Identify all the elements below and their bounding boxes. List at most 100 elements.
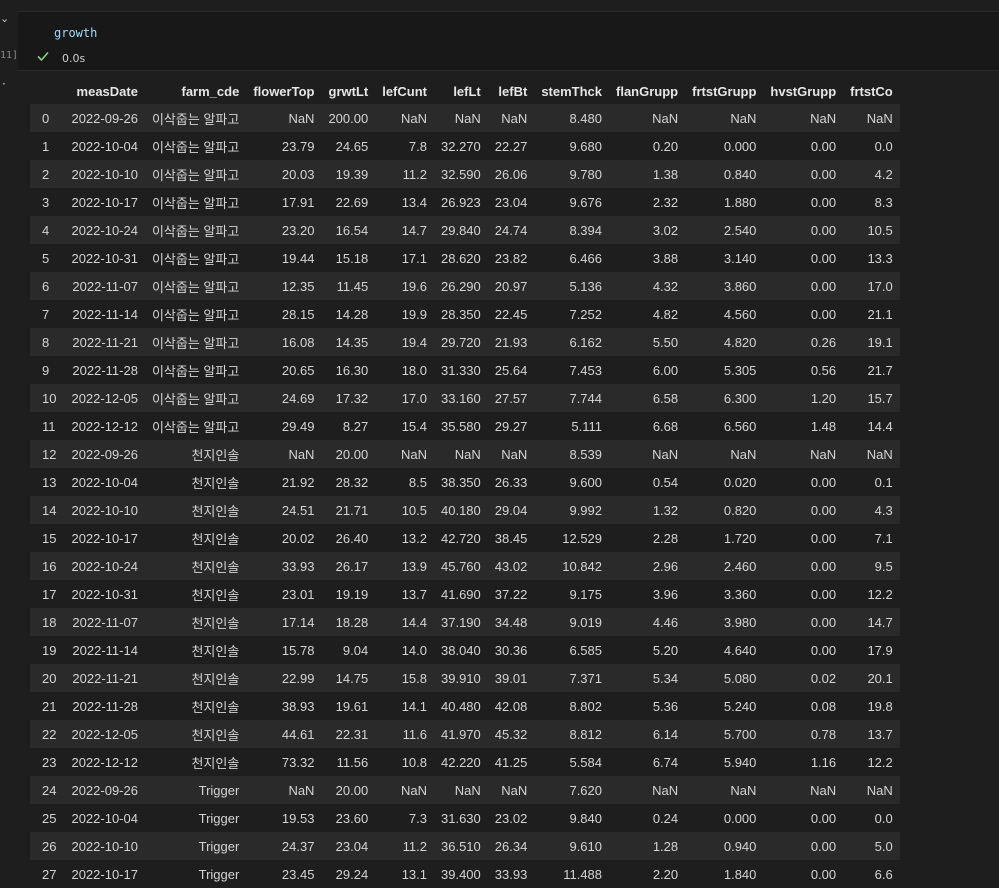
row-index: 7 <box>42 306 50 322</box>
table-cell: 3.980 <box>723 614 757 630</box>
table-row: 22 2022-12-05 천지인솔 44.61 22.31 11.6 41.970 45.3… <box>30 720 900 748</box>
table-cell: 22.31 <box>335 726 369 742</box>
table-cell: 2.20 <box>652 866 679 882</box>
table-cell: 0.08 <box>810 698 837 714</box>
table-cell: 6.74 <box>652 754 679 770</box>
table-cell: 14.4 <box>401 614 427 630</box>
row-index: 12 <box>42 446 57 462</box>
execution-count: 11] <box>0 50 19 61</box>
table-cell: NaN <box>730 446 757 462</box>
table-cell: NaN <box>501 446 528 462</box>
row-index: 5 <box>42 250 50 266</box>
table-cell: 1.720 <box>723 530 757 546</box>
table-cell: 14.1 <box>401 698 427 714</box>
table-cell: 0.00 <box>810 530 837 546</box>
table-cell: 5.111 <box>571 418 603 434</box>
table-cell: 6.560 <box>723 418 757 434</box>
table-cell: NaN <box>652 110 679 126</box>
table-cell: 2022-10-10 <box>71 166 138 182</box>
table-row: 19 2022-11-14 천지인솔 15.78 9.04 14.0 38.040 30.36… <box>30 636 900 664</box>
table-cell: 이삭줍는 알파고 <box>151 139 240 155</box>
table-cell: 9.992 <box>569 502 603 518</box>
table-cell: 1.32 <box>652 502 679 518</box>
table-cell: 9.780 <box>569 166 603 182</box>
row-index: 9 <box>42 362 50 378</box>
table-cell: 13.7 <box>867 726 893 742</box>
table-cell: 0.0 <box>874 810 893 826</box>
table-cell: 24.69 <box>281 390 315 406</box>
table-cell: 20.00 <box>335 782 369 798</box>
table-cell: 천지인솔 <box>191 503 240 519</box>
table-cell: 12.35 <box>281 278 315 294</box>
table-cell: 42.08 <box>494 698 528 714</box>
table-cell: 천지인솔 <box>191 643 240 659</box>
success-check-icon <box>37 51 49 62</box>
table-cell: 천지인솔 <box>191 727 240 743</box>
table-cell: 1.48 <box>810 418 837 434</box>
table-cell: 37.22 <box>494 586 528 602</box>
table-cell: 0.54 <box>652 474 679 490</box>
cell-gutter: ⌄ 11] · <box>0 0 18 876</box>
table-cell: 38.93 <box>281 698 315 714</box>
table-row: 7 2022-11-14 이삭줍는 알파고 28.15 14.28 19.9 28.350 2… <box>30 300 900 328</box>
table-cell: 23.04 <box>494 194 528 210</box>
table-cell: 이삭줍는 알파고 <box>151 363 240 379</box>
table-row: 24 2022-09-26 Trigger NaN 20.00 NaN NaN NaN 7.62… <box>30 776 900 804</box>
table-cell: 38.45 <box>494 530 528 546</box>
table-cell: Trigger <box>198 838 240 854</box>
table-cell: 23.04 <box>335 838 369 854</box>
table-cell: 23.82 <box>494 250 528 266</box>
table-cell: 2022-10-10 <box>71 502 138 518</box>
column-header-farm_cde: farm_cde <box>181 84 240 99</box>
table-cell: 6.466 <box>569 250 603 266</box>
table-cell: 0.24 <box>652 810 679 826</box>
table-cell: 22.27 <box>494 138 528 154</box>
table-cell: 19.53 <box>281 810 315 826</box>
table-cell: NaN <box>454 782 481 798</box>
table-row: 0 2022-09-26 이삭줍는 알파고 NaN 200.00 NaN NaN NaN 8.4… <box>30 104 900 132</box>
table-cell: 26.40 <box>335 530 369 546</box>
table-cell: 0.00 <box>810 166 837 182</box>
table-cell: 5.36 <box>652 698 679 714</box>
table-cell: 39.400 <box>441 866 481 882</box>
table-cell: 33.93 <box>494 866 528 882</box>
table-cell: NaN <box>501 110 528 126</box>
table-cell: 41.25 <box>494 754 528 770</box>
table-cell: 이삭줍는 알파고 <box>151 335 240 351</box>
table-cell: 13.4 <box>401 194 427 210</box>
table-cell: 19.19 <box>335 586 369 602</box>
table-cell: 천지인솔 <box>191 671 240 687</box>
table-cell: 26.923 <box>441 194 481 210</box>
table-cell: 10.5 <box>401 502 427 518</box>
table-cell: 18.28 <box>335 614 369 630</box>
table-cell: 2022-10-04 <box>71 138 138 154</box>
table-cell: 26.17 <box>335 558 369 574</box>
row-index: 22 <box>42 726 57 742</box>
table-cell: 2022-10-04 <box>71 474 138 490</box>
code-cell-editor[interactable]: growth 0.0s <box>18 11 999 71</box>
collapse-chevron-icon[interactable]: ⌄ <box>0 12 14 26</box>
table-cell: 5.20 <box>652 642 679 658</box>
table-cell: NaN <box>288 782 315 798</box>
table-cell: 28.15 <box>281 306 315 322</box>
table-cell: 8.480 <box>569 110 603 126</box>
code-text[interactable]: growth <box>54 26 97 40</box>
table-cell: NaN <box>400 446 427 462</box>
table-cell: 23.02 <box>494 810 528 826</box>
table-cell: 0.1 <box>874 474 893 490</box>
table-cell: 39.910 <box>441 670 481 686</box>
table-cell: 3.140 <box>723 250 757 266</box>
table-cell: 6.162 <box>569 334 603 350</box>
table-cell: 32.270 <box>441 138 481 154</box>
table-cell: 8.3 <box>874 194 893 210</box>
table-cell: 9.600 <box>569 474 603 490</box>
table-cell: 23.45 <box>281 866 315 882</box>
row-index: 15 <box>42 530 57 546</box>
table-cell: 0.00 <box>810 586 837 602</box>
table-cell: 천지인솔 <box>191 447 240 463</box>
row-index: 24 <box>42 782 57 798</box>
table-cell: 1.840 <box>723 866 757 882</box>
table-row: 21 2022-11-28 천지인솔 38.93 19.61 14.1 40.480 42.0… <box>30 692 900 720</box>
table-cell: 7.744 <box>569 390 603 406</box>
table-cell: 7.1 <box>874 530 893 546</box>
